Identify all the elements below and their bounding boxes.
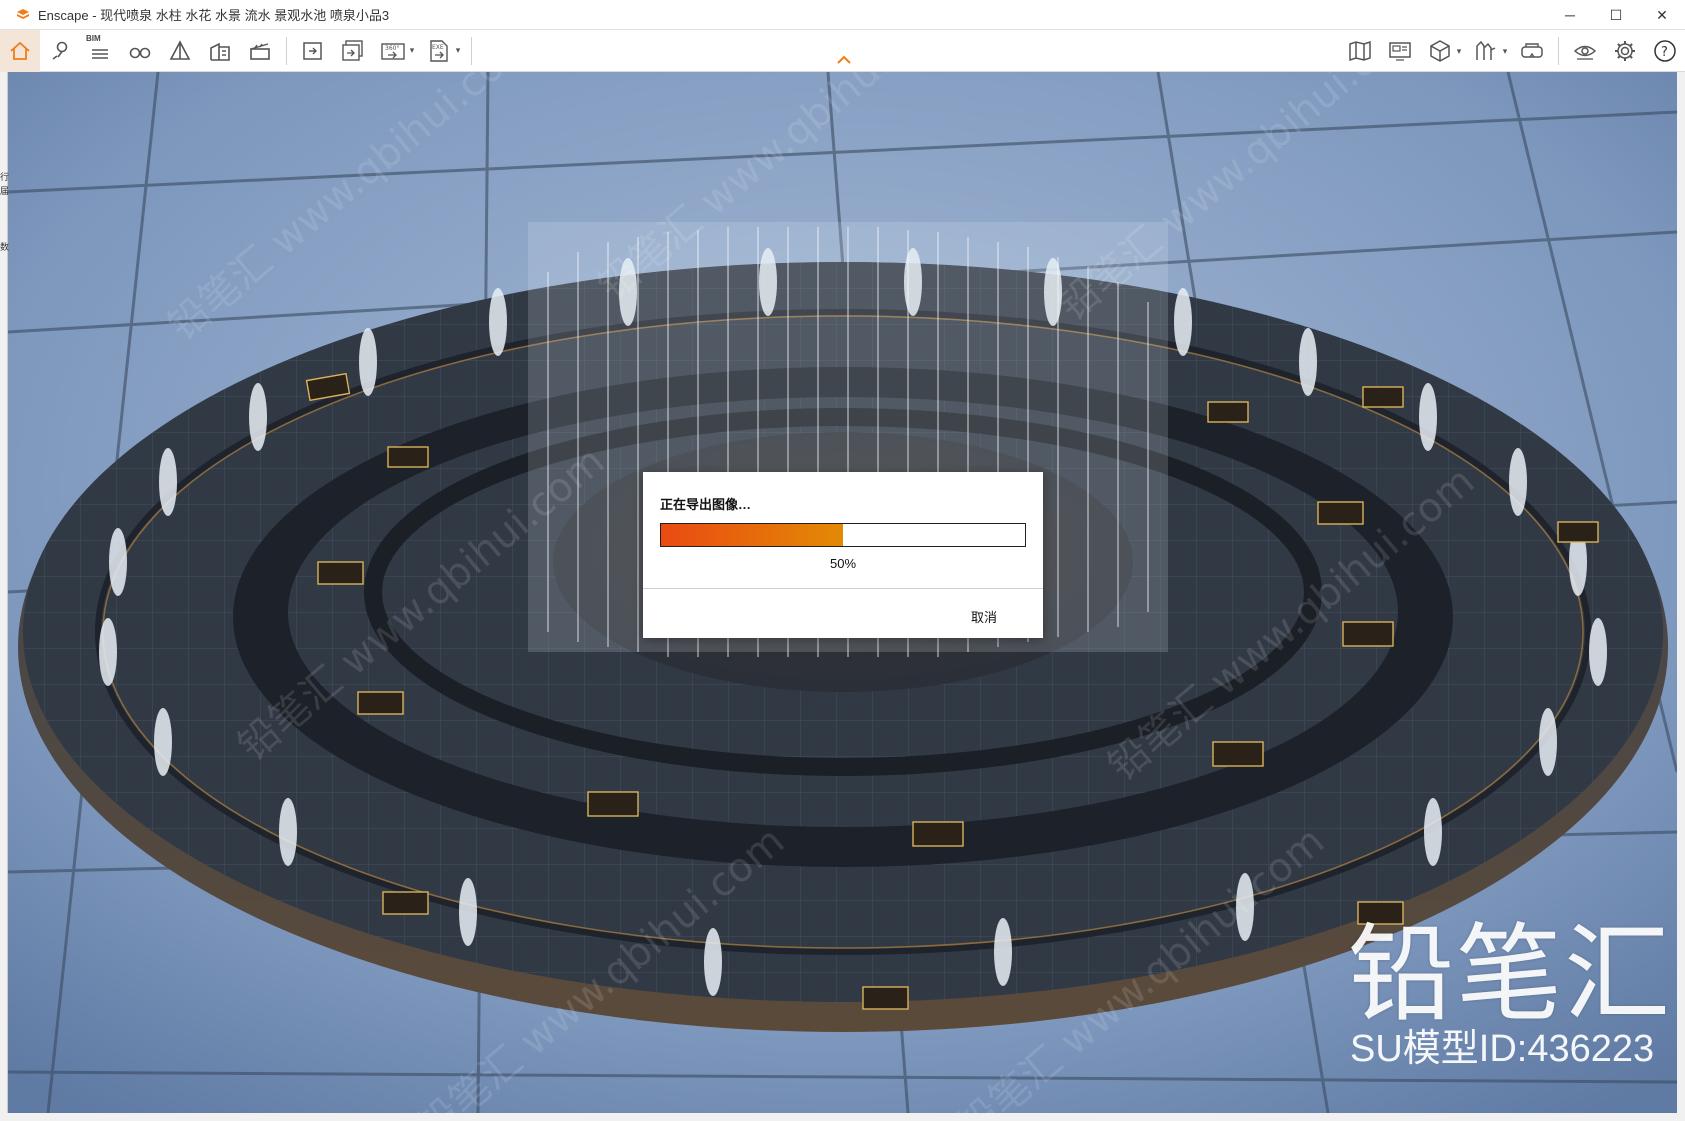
bottom-edge xyxy=(0,1113,1685,1121)
watermark-model-id: SU模型ID:436223 xyxy=(1350,1028,1655,1070)
asset-library-icon xyxy=(1476,40,1496,60)
screenshot-export-icon xyxy=(303,41,322,60)
exe-export-icon: EXE xyxy=(430,39,448,62)
enscape-window: Enscape - 现代喷泉 水柱 水花 水景 流水 景观水池 喷泉小品3 ─ … xyxy=(0,0,1685,1121)
progress-bar-fill xyxy=(661,524,843,546)
home-icon xyxy=(10,41,30,60)
home-button[interactable] xyxy=(0,29,40,72)
help-icon: ? xyxy=(1654,40,1676,62)
batch-export-icon xyxy=(342,39,363,61)
eye-icon xyxy=(1573,45,1597,60)
screenshot-export-button[interactable] xyxy=(293,30,333,72)
settings-button[interactable] xyxy=(1605,30,1645,72)
gear-icon xyxy=(1615,41,1635,61)
enscape-logo-icon xyxy=(17,8,29,19)
location-button[interactable] xyxy=(40,30,80,72)
help-button[interactable]: ? xyxy=(1645,30,1685,72)
panorama-360-icon: 360° xyxy=(381,42,405,60)
perspective-button[interactable] xyxy=(160,30,200,72)
map-icon xyxy=(1349,40,1371,62)
export-progress-dialog: 正在导出图像… 50% 取消 xyxy=(643,472,1043,638)
clapperboard-icon xyxy=(250,42,270,60)
toolbar-separator xyxy=(1558,37,1559,65)
cube-icon xyxy=(1430,40,1450,62)
svg-text:EXE: EXE xyxy=(432,44,444,51)
monitor-view-button[interactable] xyxy=(1380,30,1420,72)
minimize-button[interactable]: ─ xyxy=(1547,0,1593,30)
title-bar: Enscape - 现代喷泉 水柱 水花 水景 流水 景观水池 喷泉小品3 ─ … xyxy=(0,0,1685,30)
right-tool-group: ▾ ▾ ? xyxy=(1340,30,1685,72)
visibility-button[interactable] xyxy=(1565,30,1605,72)
svg-text:?: ? xyxy=(1661,45,1668,60)
navigation-tool-group: BIM xyxy=(0,29,280,72)
map-button[interactable] xyxy=(1340,30,1380,72)
progress-percentage: 50% xyxy=(829,556,857,571)
collapse-toolbar-caret-icon[interactable] xyxy=(835,52,853,66)
right-panel-edge xyxy=(1677,72,1685,1121)
close-button[interactable]: ✕ xyxy=(1639,0,1685,30)
batch-export-button[interactable] xyxy=(333,30,373,72)
toolbar-separator xyxy=(471,36,472,65)
export-progress-bar xyxy=(660,523,1026,547)
side-panel-glyphs: 行 届 数 xyxy=(0,172,10,252)
perspective-icon xyxy=(169,39,191,60)
watermark-brand: 铅笔汇 xyxy=(1348,913,1672,1036)
window-title: Enscape - 现代喷泉 水柱 水花 水景 流水 景观水池 喷泉小品3 xyxy=(38,8,390,23)
asset-library-button[interactable] xyxy=(1466,30,1506,72)
cancel-button[interactable]: 取消 xyxy=(971,607,997,626)
dialog-title: 正在导出图像… xyxy=(660,497,752,512)
building-button[interactable] xyxy=(200,30,240,72)
export-tool-group: 360° ▾ EXE ▾ xyxy=(293,30,465,72)
window-controls: ─ ☐ ✕ xyxy=(1547,0,1685,30)
video-editor-button[interactable] xyxy=(240,30,280,72)
bim-button[interactable]: BIM xyxy=(80,30,120,72)
location-pin-icon xyxy=(52,41,68,60)
building-icon xyxy=(210,42,230,61)
dialog-divider xyxy=(643,588,1043,589)
toolbar-separator xyxy=(286,36,287,65)
monitor-icon xyxy=(1389,42,1411,61)
maximize-button[interactable]: ☐ xyxy=(1593,0,1639,30)
exe-export-button[interactable]: EXE xyxy=(419,30,459,72)
vr-headset-icon xyxy=(1521,43,1543,58)
vr-headset-button[interactable] xyxy=(1512,30,1552,72)
panorama-export-button[interactable]: 360° xyxy=(373,30,413,72)
svg-text:360°: 360° xyxy=(385,45,399,52)
bim-label: BIM xyxy=(86,33,101,43)
material-box-button[interactable] xyxy=(1420,30,1460,72)
binoculars-button[interactable] xyxy=(120,30,160,72)
binoculars-icon xyxy=(129,47,151,58)
